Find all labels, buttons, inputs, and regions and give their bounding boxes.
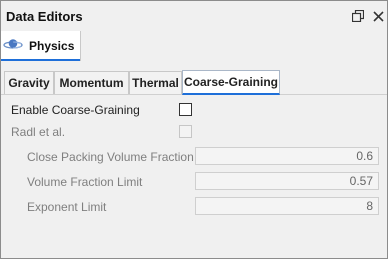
exponent-limit-field[interactable]: 8 (195, 197, 379, 215)
coarse-graining-form: Enable Coarse-Graining Radl et al. Close… (1, 95, 387, 258)
physics-panel-tab[interactable]: Physics (1, 31, 81, 61)
physics-tab-label: Physics (29, 39, 75, 53)
exponent-limit-label: Exponent Limit (27, 200, 107, 214)
close-packing-volume-fraction-label: Close Packing Volume Fraction (27, 150, 194, 164)
tab-gravity[interactable]: Gravity (4, 71, 54, 94)
tab-momentum[interactable]: Momentum (54, 71, 129, 94)
data-editors-window: Data Editors Physics Gravity Momentum Th… (0, 0, 388, 259)
radl-label: Radl et al. (11, 125, 66, 139)
window-title: Data Editors (6, 9, 83, 24)
radl-checkbox[interactable] (179, 125, 192, 138)
title-bar: Data Editors (1, 1, 387, 31)
tab-thermal[interactable]: Thermal (129, 71, 182, 94)
enable-coarse-graining-checkbox[interactable] (179, 103, 192, 116)
tab-coarse-graining[interactable]: Coarse-Graining (182, 70, 280, 95)
tab-bar: Gravity Momentum Thermal Coarse-Graining (1, 61, 387, 95)
volume-fraction-limit-field[interactable]: 0.57 (195, 172, 379, 190)
close-icon[interactable] (370, 8, 386, 24)
enable-coarse-graining-label: Enable Coarse-Graining (11, 103, 140, 117)
volume-fraction-limit-label: Volume Fraction Limit (27, 175, 143, 189)
planet-icon (3, 37, 23, 54)
editor-content: Gravity Momentum Thermal Coarse-Graining… (1, 61, 387, 258)
close-packing-volume-fraction-field[interactable]: 0.6 (195, 147, 379, 165)
restore-icon[interactable] (350, 8, 366, 24)
